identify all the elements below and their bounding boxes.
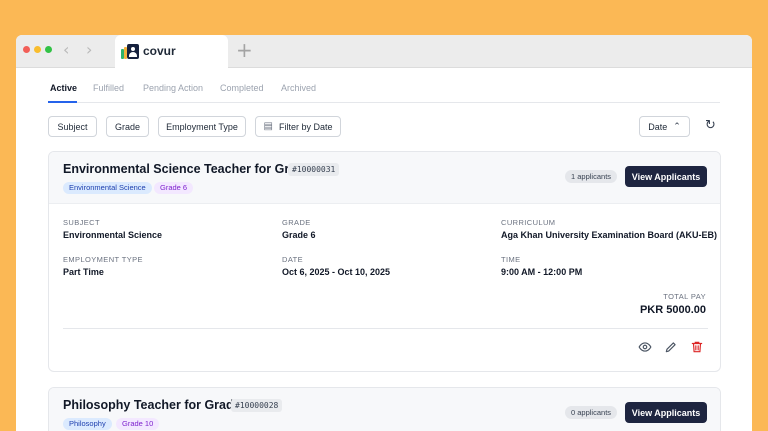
job-card-header: Philosophy Teacher for Grade 10 #1000002… [49,388,720,431]
applicant-count-badge: 1 applicants [565,170,618,183]
total-pay-label: TOTAL PAY [663,292,706,301]
job-card: Philosophy Teacher for Grade 10 #1000002… [48,387,721,431]
close-window-button[interactable] [23,46,30,53]
browser-tab-title: covur [143,44,176,58]
date-filter-button[interactable]: ▤ Filter by Date [255,116,341,137]
grade-value: Grade 6 [282,230,316,240]
trash-icon[interactable] [690,340,704,354]
grade-chip: Grade 6 [154,182,194,194]
pencil-icon[interactable] [664,340,678,354]
job-title: Philosophy Teacher for Grade 10 [63,398,258,412]
job-title: Environmental Science Teacher for Grade … [63,162,322,176]
view-applicants-label: View Applicants [631,407,701,418]
maximize-window-button[interactable] [45,46,52,53]
applicant-count-badge: 0 applicants [565,406,618,419]
subject-label: SUBJECT [63,218,100,227]
status-tabs: Active Fulfilled Pending Action Complete… [48,69,720,103]
date-filter-label: Filter by Date [278,121,333,132]
job-card-header: Environmental Science Teacher for Grade … [49,152,720,204]
grade-label: GRADE [282,218,311,227]
main-content: Active Fulfilled Pending Action Complete… [16,69,752,431]
forward-arrow-icon[interactable]: › [86,40,92,59]
employment-type-filter-button[interactable]: Employment Type [158,116,246,137]
refresh-icon[interactable]: ↻ [705,118,716,133]
browser-chrome: ‹ › covur + [16,35,752,69]
card-divider [63,328,708,329]
view-applicants-button[interactable]: View Applicants [625,402,707,423]
eye-icon[interactable] [638,340,652,354]
time-value: 9:00 AM - 12:00 PM [501,267,583,277]
employment-type-value: Part Time [63,267,104,277]
sort-label: Date [648,121,668,132]
view-applicants-button[interactable]: View Applicants [625,166,707,187]
new-tab-plus-icon[interactable]: + [236,38,253,62]
browser-window: ‹ › covur + Active Fulfilled Pending Act… [16,35,752,431]
browser-tab[interactable]: covur [115,35,228,69]
subject-filter-label: Subject [57,121,88,132]
curriculum-value: Aga Khan University Examination Board (A… [501,230,718,240]
total-pay-value: PKR 5000.00 [639,304,706,316]
subject-value: Environmental Science [63,230,163,240]
date-label: DATE [282,255,304,264]
calendar-icon: ▤ [263,121,273,132]
tab-fulfilled[interactable]: Fulfilled [93,83,124,93]
grade-filter-button[interactable]: Grade [106,116,149,137]
tab-active[interactable]: Active [50,83,77,93]
grade-chip: Grade 10 [116,418,160,430]
tab-completed[interactable]: Completed [220,83,264,93]
job-id: #10000028 [231,399,283,412]
sort-by-date-button[interactable]: Date ⌃ [639,116,690,137]
job-id: #10000031 [288,163,340,176]
view-applicants-label: View Applicants [631,171,701,182]
back-arrow-icon[interactable]: ‹ [63,40,69,59]
covur-logo-icon [121,44,139,59]
grade-filter-label: Grade [114,121,140,132]
subject-filter-button[interactable]: Subject [48,116,97,137]
tab-archived[interactable]: Archived [281,83,316,93]
tab-pending-action[interactable]: Pending Action [143,83,203,93]
date-value: Oct 6, 2025 - Oct 10, 2025 [282,267,391,277]
subject-chip: Environmental Science [63,182,152,194]
job-card: Environmental Science Teacher for Grade … [48,151,721,372]
chevron-up-icon: ⌃ [673,121,681,132]
curriculum-label: CURRICULUM [501,218,556,227]
employment-type-filter-label: Employment Type [166,121,238,132]
subject-chip: Philosophy [63,418,112,430]
employment-type-label: EMPLOYMENT TYPE [63,255,143,264]
time-label: TIME [501,255,521,264]
active-tab-indicator [48,101,77,103]
minimize-window-button[interactable] [34,46,41,53]
